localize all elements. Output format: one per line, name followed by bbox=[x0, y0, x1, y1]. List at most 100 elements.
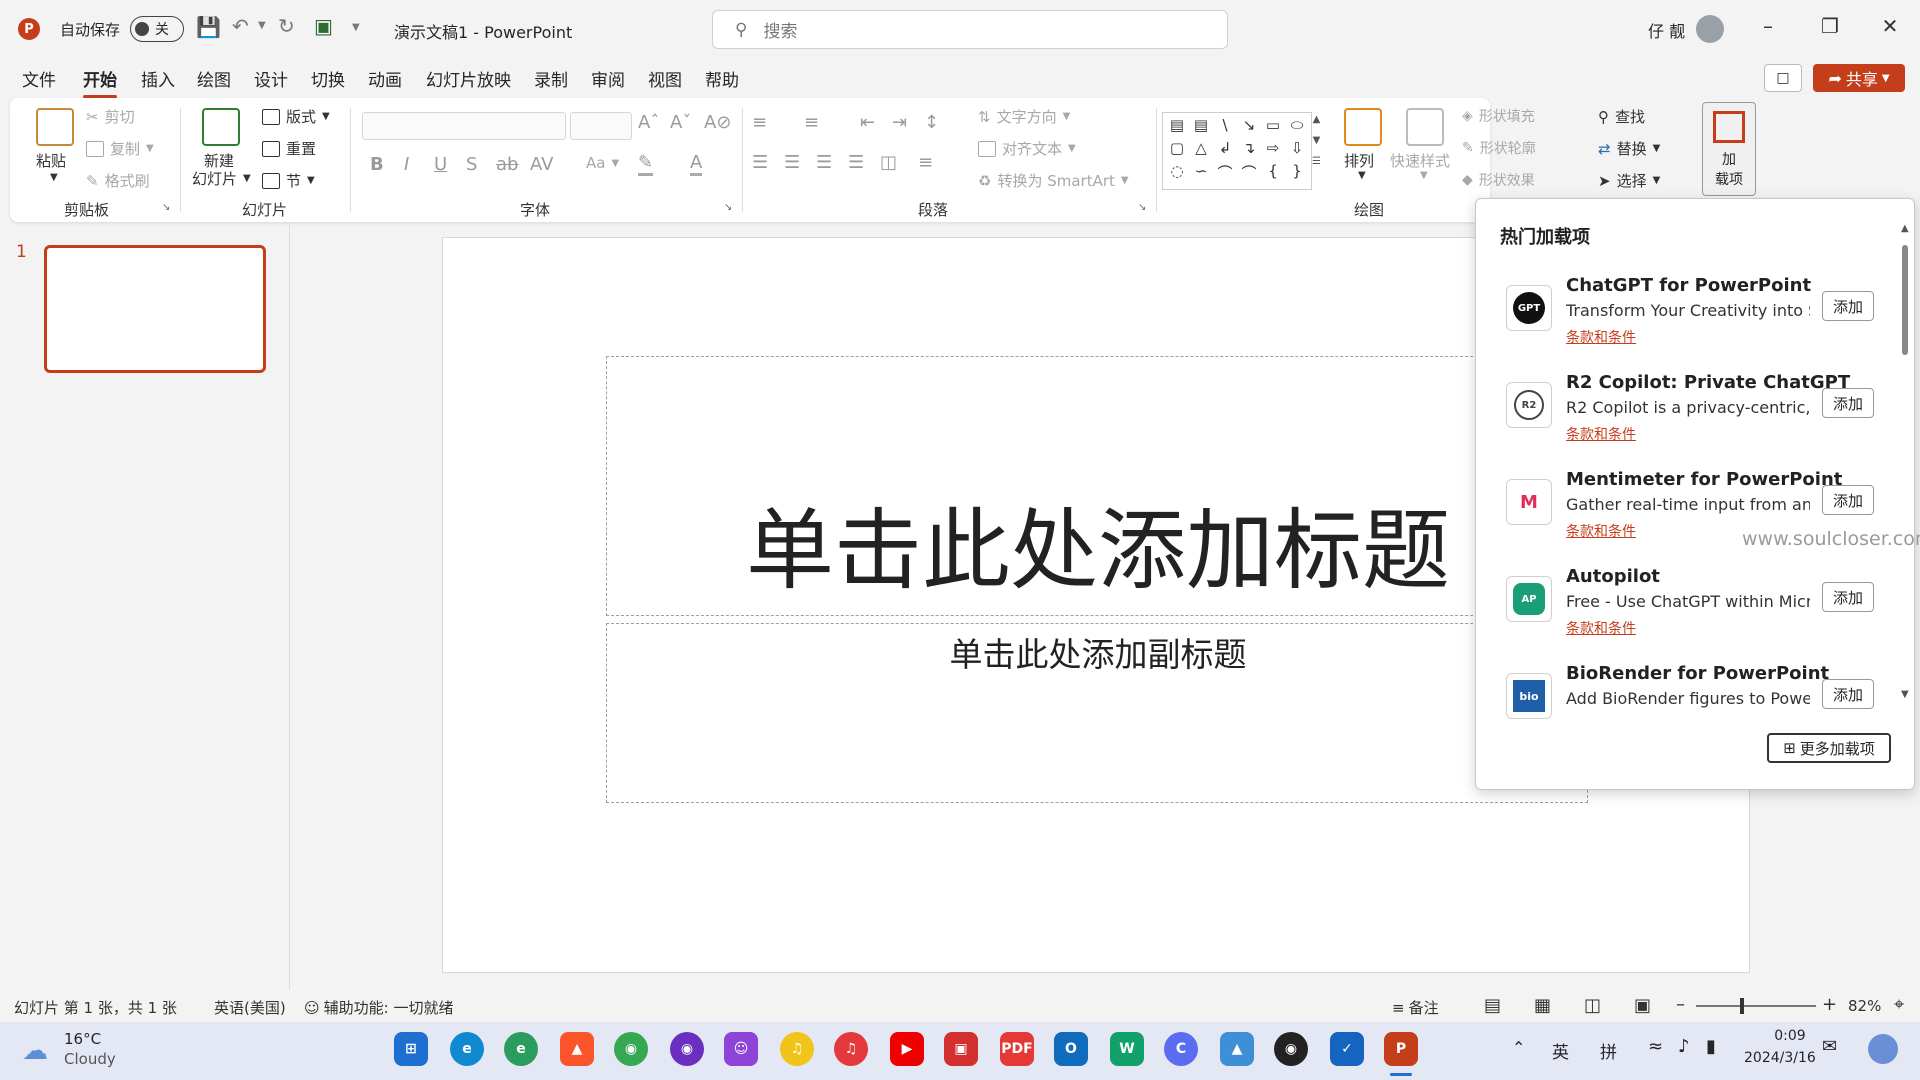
tab-help[interactable]: 帮助 bbox=[705, 66, 739, 91]
obs-icon[interactable]: ◉ bbox=[1274, 1032, 1308, 1066]
reset-button[interactable]: 重置 bbox=[262, 138, 316, 159]
powerpoint-taskbar-icon[interactable]: P bbox=[1384, 1032, 1418, 1066]
restore-icon[interactable]: ❐ bbox=[1800, 14, 1860, 38]
more-addins-button[interactable]: ⊞ 更多加载项 bbox=[1767, 733, 1891, 763]
accessibility-status[interactable]: ☺ 辅助功能: 一切就绪 bbox=[304, 997, 453, 1018]
arc-shape-icon[interactable]: ⌒ bbox=[1214, 162, 1236, 186]
find-button[interactable]: ⚲ 查找 bbox=[1598, 106, 1645, 127]
zoom-out-icon[interactable]: – bbox=[1676, 994, 1685, 1015]
notification-bell-icon[interactable]: ✉ bbox=[1822, 1036, 1837, 1057]
netease-music-icon[interactable]: ♫ bbox=[834, 1032, 868, 1066]
vertical-textbox-shape-icon[interactable]: ▤ bbox=[1190, 116, 1212, 137]
minimize-icon[interactable]: – bbox=[1738, 14, 1798, 38]
language-status[interactable]: 英语(美国) bbox=[214, 997, 286, 1018]
edge-icon[interactable]: e bbox=[450, 1032, 484, 1066]
copilot-tray-icon[interactable] bbox=[1868, 1034, 1898, 1064]
clear-format-icon[interactable]: A⊘ bbox=[704, 112, 731, 133]
book-app-icon[interactable]: ▣ bbox=[944, 1032, 978, 1066]
fit-slide-icon[interactable]: ⌖ bbox=[1894, 994, 1904, 1015]
char-spacing-icon[interactable]: AV bbox=[530, 154, 553, 175]
decrease-font-icon[interactable]: Aˇ bbox=[670, 112, 691, 133]
font-name-select[interactable] bbox=[362, 112, 566, 140]
rectangle-shape-icon[interactable]: ▭ bbox=[1262, 116, 1284, 137]
shape-effects-button[interactable]: ◆ 形状效果 bbox=[1462, 170, 1535, 190]
terms-link[interactable]: 条款和条件 bbox=[1566, 618, 1636, 638]
align-left-icon[interactable]: ☰ bbox=[752, 152, 768, 173]
tab-draw[interactable]: 绘图 bbox=[197, 66, 231, 91]
font-size-select[interactable] bbox=[570, 112, 632, 140]
quick-styles-dropdown-icon[interactable]: ▼ bbox=[1420, 170, 1428, 181]
wifi-icon[interactable]: ≈ bbox=[1648, 1036, 1663, 1057]
bullets-icon[interactable]: ≡ bbox=[752, 112, 767, 133]
ime-mode[interactable]: 英 bbox=[1552, 1038, 1569, 1063]
addins-scrollbar[interactable]: ▲ ▼ bbox=[1901, 223, 1909, 700]
arrange-button[interactable]: 排列 bbox=[1344, 150, 1374, 171]
tor-icon[interactable]: ◉ bbox=[670, 1032, 704, 1066]
highlight-icon[interactable]: ✎ bbox=[638, 152, 654, 176]
shapes-gallery[interactable]: ▤ ▤ \ ↘ ▭ ⬭ ▢ △ ↲ ↴ ⇨ ⇩ ◌ ∽ ⌒ ⌒ { } bbox=[1162, 112, 1312, 190]
new-slide-icon[interactable] bbox=[202, 108, 240, 146]
tab-view[interactable]: 视图 bbox=[648, 66, 682, 91]
underline-icon[interactable]: U bbox=[434, 154, 447, 175]
add-addin-button[interactable]: 添加 bbox=[1822, 582, 1874, 612]
title-placeholder[interactable]: 单击此处添加标题 bbox=[606, 356, 1588, 616]
section-button[interactable]: 节 ▼ bbox=[262, 170, 315, 191]
edge-dev-icon[interactable]: e bbox=[504, 1032, 538, 1066]
share-button[interactable]: ➦ 共享 ▼ bbox=[1813, 64, 1905, 92]
tab-transitions[interactable]: 切换 bbox=[311, 66, 345, 91]
panel-divider[interactable] bbox=[289, 222, 290, 990]
line-spacing-icon[interactable]: ↕ bbox=[924, 112, 939, 133]
terms-link[interactable]: 条款和条件 bbox=[1566, 424, 1636, 444]
add-addin-button[interactable]: 添加 bbox=[1822, 388, 1874, 418]
quick-styles-icon[interactable] bbox=[1406, 108, 1444, 146]
save-icon[interactable]: 💾 bbox=[196, 15, 221, 39]
comments-icon[interactable]: □ bbox=[1764, 64, 1802, 92]
subtitle-placeholder[interactable]: 单击此处添加副标题 bbox=[606, 623, 1588, 803]
arrow-line-shape-icon[interactable]: ↘ bbox=[1238, 116, 1260, 137]
bold-icon[interactable]: B bbox=[370, 154, 384, 175]
flowchart-shape-icon[interactable]: ◌ bbox=[1166, 162, 1188, 186]
slideshow-view-icon[interactable]: ▣ bbox=[1634, 995, 1651, 1016]
volume-icon[interactable]: ♪ bbox=[1678, 1036, 1690, 1057]
zoom-in-icon[interactable]: + bbox=[1822, 994, 1837, 1015]
shape-fill-button[interactable]: ◈ 形状填充 bbox=[1462, 106, 1535, 126]
brave-icon[interactable]: ▲ bbox=[560, 1032, 594, 1066]
shadow-icon[interactable]: S bbox=[466, 154, 477, 175]
numbering-icon[interactable]: ≡ bbox=[804, 112, 819, 133]
italic-icon[interactable]: I bbox=[404, 154, 409, 175]
font-color-icon[interactable]: A bbox=[690, 152, 703, 176]
scroll-down-icon[interactable]: ▼ bbox=[1901, 689, 1909, 700]
pdf-icon[interactable]: PDF bbox=[1000, 1032, 1034, 1066]
scroll-up-icon[interactable]: ▲ bbox=[1901, 223, 1909, 234]
paste-icon[interactable] bbox=[36, 108, 74, 146]
increase-font-icon[interactable]: Aˆ bbox=[638, 112, 659, 133]
elbow-shape-icon[interactable]: ↲ bbox=[1214, 139, 1236, 160]
search-box[interactable]: ⚲ 搜索 bbox=[712, 10, 1228, 49]
paragraph-direction-icon[interactable]: ≡ bbox=[918, 152, 933, 173]
chevron-up-icon[interactable]: ⌃ bbox=[1512, 1038, 1525, 1057]
copilot-icon[interactable]: C bbox=[1164, 1032, 1198, 1066]
paste-button[interactable]: 粘贴 bbox=[36, 150, 66, 171]
scrollbar-thumb[interactable] bbox=[1902, 245, 1908, 355]
columns-icon[interactable]: ◫ bbox=[880, 152, 897, 173]
arrange-dropdown-icon[interactable]: ▼ bbox=[1358, 170, 1366, 181]
shape-outline-button[interactable]: ✎ 形状轮廓 bbox=[1462, 138, 1536, 158]
weather-temp[interactable]: 16°C bbox=[64, 1030, 101, 1048]
outlook-icon[interactable]: O bbox=[1054, 1032, 1088, 1066]
add-addin-button[interactable]: 添加 bbox=[1822, 679, 1874, 709]
tab-design[interactable]: 设计 bbox=[254, 66, 288, 91]
align-text-button[interactable]: 对齐文本 ▼ bbox=[978, 138, 1076, 159]
triangle-shape-icon[interactable]: △ bbox=[1190, 139, 1212, 160]
close-icon[interactable]: ✕ bbox=[1860, 14, 1920, 38]
photos-icon[interactable]: ▲ bbox=[1220, 1032, 1254, 1066]
chat-app-icon[interactable]: ☺ bbox=[724, 1032, 758, 1066]
shapes-scroll[interactable]: ▲ ▼ ☰ bbox=[1312, 114, 1321, 167]
music-app-icon[interactable]: ♫ bbox=[780, 1032, 814, 1066]
user-name[interactable]: 仔 靓 bbox=[1648, 18, 1685, 42]
notes-button[interactable]: ≡ 备注 bbox=[1392, 997, 1439, 1018]
tab-record[interactable]: 录制 bbox=[534, 66, 568, 91]
undo-dropdown-icon[interactable]: ▼ bbox=[258, 20, 266, 31]
slide-sorter-icon[interactable]: ▦ bbox=[1534, 995, 1551, 1016]
text-direction-button[interactable]: ⇅ 文字方向 ▼ bbox=[978, 106, 1070, 127]
decrease-indent-icon[interactable]: ⇤ bbox=[860, 112, 875, 133]
